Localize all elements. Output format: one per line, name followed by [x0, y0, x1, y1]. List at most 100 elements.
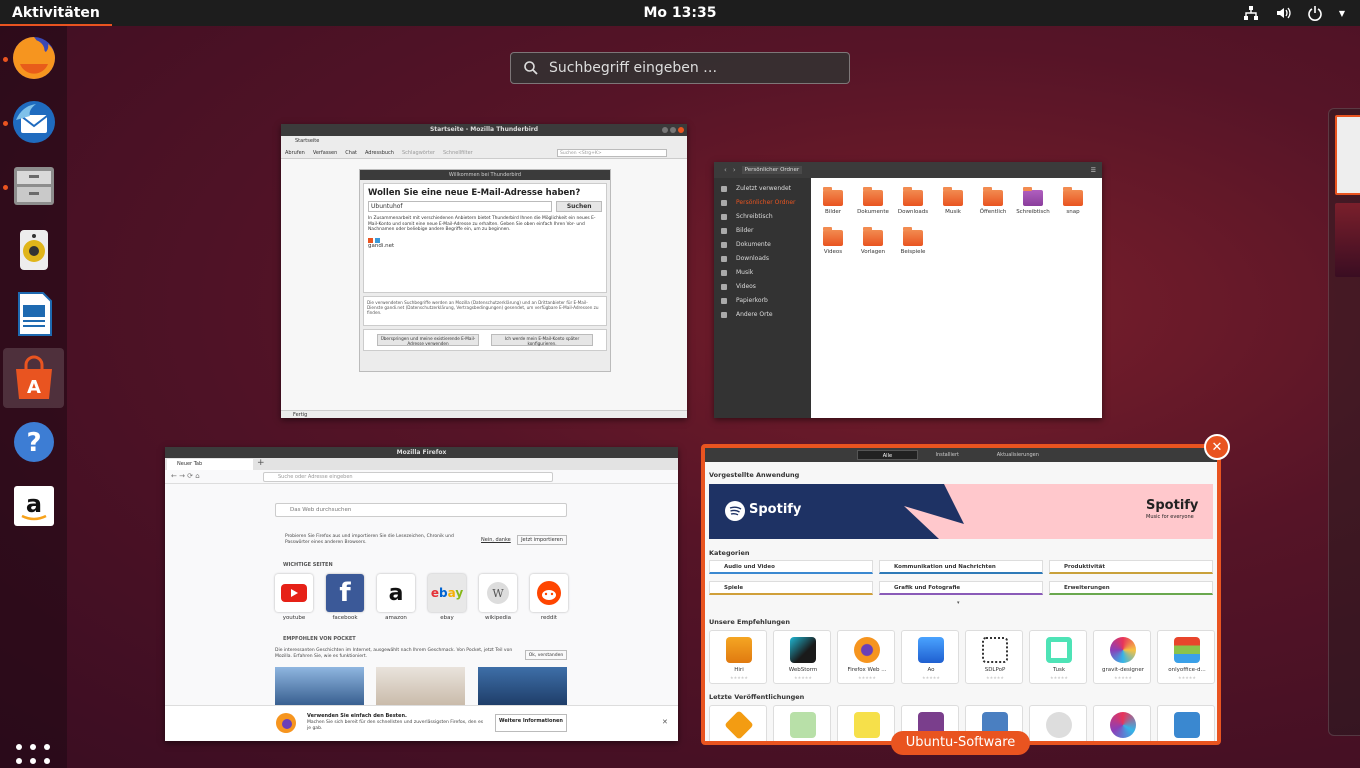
workspace-2[interactable]	[1335, 203, 1360, 277]
app-card-ao[interactable]: Ao ★★★★★	[901, 630, 959, 684]
url-bar[interactable]: Suche oder Adresse eingeben	[263, 472, 553, 482]
folder-item[interactable]: Vorlagen	[853, 227, 893, 255]
sidebar-item-music[interactable]: Musik	[714, 266, 811, 280]
tab-updates[interactable]: Aktualisierungen	[977, 450, 1059, 460]
configure-later-button[interactable]: Ich werde mein E-Mail-Konto später konfi…	[491, 334, 593, 346]
app-card-gravit-designer[interactable]: gravit-designer ★★★★★	[1093, 630, 1151, 684]
pocket-ok-button[interactable]: Ok, verstanden	[525, 650, 567, 660]
activities-button[interactable]: Aktivitäten	[0, 0, 112, 26]
toolbar-address-book[interactable]: Adressbuch	[365, 150, 394, 156]
tile-youtube[interactable]	[275, 574, 313, 612]
app-card-webstorm[interactable]: WebStorm ★★★★★	[773, 630, 831, 684]
search-button[interactable]: Suchen	[556, 201, 602, 212]
volume-icon[interactable]	[1274, 4, 1292, 22]
web-search-input[interactable]: Das Web durchsuchen	[275, 503, 567, 517]
workspace-switcher[interactable]	[1328, 108, 1360, 736]
sidebar-item-home[interactable]: Persönlicher Ordner	[714, 196, 811, 210]
tile-ebay[interactable]: ebay	[428, 574, 466, 612]
folder-item[interactable]: Schreibtisch	[1013, 187, 1053, 215]
import-now-button[interactable]: Jetzt importieren	[517, 535, 567, 545]
menu-icon[interactable]: ☰	[1091, 167, 1096, 174]
network-icon[interactable]	[1242, 4, 1260, 22]
category-productivity[interactable]: Produktivität	[1049, 560, 1213, 574]
window-ubuntu-software[interactable]: Alle Installiert Aktualisierungen Vorges…	[701, 444, 1221, 745]
sidebar-item-recent[interactable]: Zuletzt verwendet	[714, 182, 811, 196]
category-graphics[interactable]: Grafik und Fotografie	[879, 581, 1043, 595]
sidebar-item-videos[interactable]: Videos	[714, 280, 811, 294]
dock-ubuntu-software[interactable]: A	[3, 348, 64, 408]
window-thunderbird[interactable]: Startseite - Mozilla Thunderbird Startse…	[281, 124, 687, 418]
dock-thunderbird[interactable]	[3, 92, 64, 152]
tab-all[interactable]: Alle	[857, 450, 918, 460]
folder-item[interactable]: Beispiele	[893, 227, 933, 255]
sidebar-item-documents[interactable]: Dokumente	[714, 238, 811, 252]
toolbar-chat[interactable]: Chat	[345, 150, 357, 156]
tab-new-tab[interactable]: Neuer Tab	[167, 459, 253, 470]
close-icon[interactable]	[678, 127, 684, 133]
search-input[interactable]: Suchen <Strg+K>	[557, 148, 667, 157]
toolbar-get-mail[interactable]: Abrufen	[285, 150, 305, 156]
sidebar-item-other-locations[interactable]: Andere Orte	[714, 308, 811, 322]
folder-item[interactable]: Downloads	[893, 187, 933, 215]
app-card[interactable]	[1093, 705, 1151, 741]
sidebar-item-trash[interactable]: Papierkorb	[714, 294, 811, 308]
tab-startseite[interactable]: Startseite	[281, 136, 687, 147]
import-no-link[interactable]: Nein, danke	[481, 537, 511, 543]
dock-rhythmbox[interactable]	[3, 220, 64, 280]
app-card-firefox[interactable]: Firefox Web ... ★★★★★	[837, 630, 895, 684]
tile-wikipedia[interactable]: W	[479, 574, 517, 612]
app-card-tusk[interactable]: Tusk ★★★★★	[1029, 630, 1087, 684]
tab-installed[interactable]: Installiert	[918, 450, 977, 460]
category-communication[interactable]: Kommunikation und Nachrichten	[879, 560, 1043, 574]
window-firefox[interactable]: Mozilla Firefox Neuer Tab + ← → ⟳ ⌂ Such…	[165, 447, 678, 741]
category-audio-video[interactable]: Audio und Video	[709, 560, 873, 574]
sidebar-item-pictures[interactable]: Bilder	[714, 224, 811, 238]
learn-more-button[interactable]: Weitere Informationen	[495, 714, 567, 732]
app-card[interactable]	[773, 705, 831, 741]
power-icon[interactable]	[1306, 4, 1324, 22]
tile-facebook[interactable]: f	[326, 574, 364, 612]
toolbar-quick-filter[interactable]: Schnellfilter	[443, 150, 473, 156]
clock[interactable]: Mo 13:35	[644, 5, 717, 21]
app-card[interactable]	[837, 705, 895, 741]
folder-item[interactable]: snap	[1053, 187, 1093, 215]
app-card[interactable]	[1029, 705, 1087, 741]
app-card[interactable]	[709, 705, 767, 741]
tile-reddit[interactable]	[530, 574, 568, 612]
close-window-button[interactable]: ✕	[1204, 434, 1230, 460]
sidebar-item-desktop[interactable]: Schreibtisch	[714, 210, 811, 224]
expand-icon[interactable]: ▾	[957, 600, 960, 606]
search-field[interactable]: Suchbegriff eingeben …	[510, 52, 850, 84]
app-card-onlyoffice[interactable]: onlyoffice-d... ★★★★★	[1157, 630, 1215, 684]
toolbar-compose[interactable]: Verfassen	[313, 150, 337, 156]
dock-files[interactable]	[3, 156, 64, 216]
pocket-story-image[interactable]	[478, 667, 567, 707]
system-tray[interactable]: ▼	[1242, 0, 1346, 26]
app-card-sdlpop[interactable]: SDLPoP ★★★★★	[965, 630, 1023, 684]
tile-amazon[interactable]: a	[377, 574, 415, 612]
chevron-down-icon[interactable]: ▼	[1338, 4, 1346, 22]
dock-amazon[interactable]: a	[3, 476, 64, 536]
folder-item[interactable]: Öffentlich	[973, 187, 1013, 215]
back-icon[interactable]: ← → ⟳ ⌂	[171, 472, 200, 480]
featured-banner[interactable]: Spotify Spotify Music for everyone	[709, 484, 1213, 539]
toolbar-tags[interactable]: Schlagwörter	[402, 150, 435, 156]
pocket-story-image[interactable]	[275, 667, 364, 707]
app-card[interactable]	[1157, 705, 1215, 741]
dock-firefox[interactable]	[3, 28, 64, 88]
dock-help[interactable]: ?	[3, 412, 64, 472]
window-files[interactable]: ‹ › Persönlicher Ordner ☰ Zuletzt verwen…	[714, 162, 1102, 418]
use-existing-button[interactable]: Überspringen und meine existierende E-Ma…	[377, 334, 479, 346]
dock-writer[interactable]	[3, 284, 64, 344]
path-bar-home[interactable]: Persönlicher Ordner	[741, 166, 803, 174]
category-games[interactable]: Spiele	[709, 581, 873, 595]
close-icon[interactable]: ✕	[662, 718, 668, 726]
folder-item[interactable]: Videos	[813, 227, 853, 255]
folder-item[interactable]: Dokumente	[853, 187, 893, 215]
category-extensions[interactable]: Erweiterungen	[1049, 581, 1213, 595]
sidebar-item-downloads[interactable]: Downloads	[714, 252, 811, 266]
name-input[interactable]: Ubuntuhof	[368, 201, 553, 212]
folder-item[interactable]: Bilder	[813, 187, 853, 215]
forward-icon[interactable]: ›	[733, 166, 736, 174]
show-applications-button[interactable]	[16, 744, 50, 768]
